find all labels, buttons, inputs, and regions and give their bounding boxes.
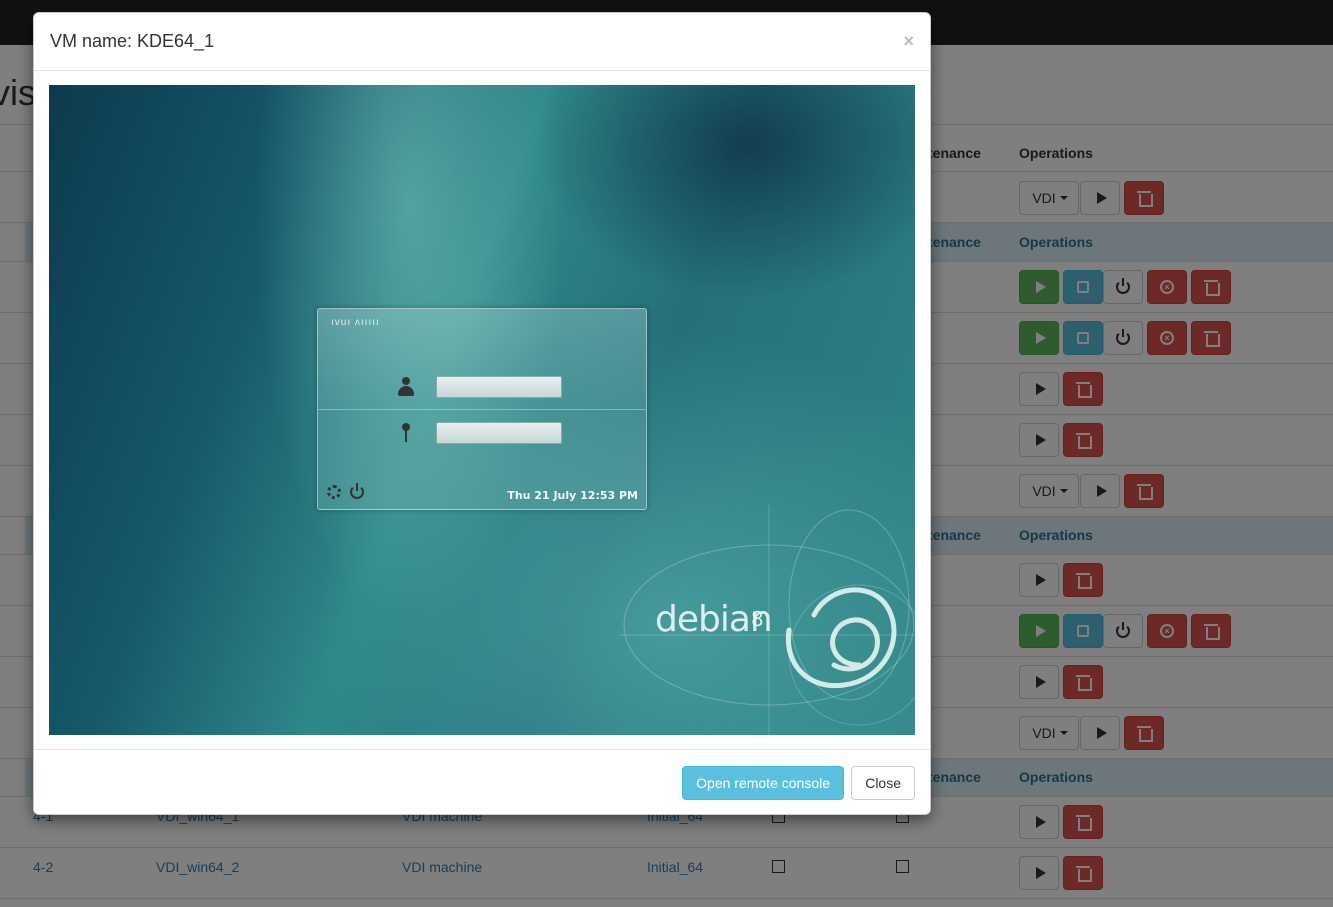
login-header-text: ıvuı ʌııııı — [331, 317, 380, 328]
close-button[interactable]: Close — [851, 766, 915, 800]
debian-version-text: 8 — [751, 607, 764, 631]
vm-console-screen[interactable]: debian 8 ıvuı ʌııııı Thu 21 July 12:53 P… — [49, 85, 915, 735]
open-remote-console-button[interactable]: Open remote console — [682, 766, 844, 800]
username-input[interactable] — [436, 376, 562, 398]
power-icon[interactable] — [350, 483, 364, 499]
modal-body: debian 8 ıvuı ʌııııı Thu 21 July 12:53 P… — [49, 85, 915, 735]
modal-footer: Open remote console Close — [34, 749, 930, 815]
divider — [318, 409, 646, 410]
modal-header: VM name: KDE64_1 × — [34, 13, 930, 71]
gear-icon[interactable] — [327, 485, 341, 499]
login-dialog: ıvuı ʌııııı Thu 21 July 12:53 PM — [317, 308, 647, 510]
password-input[interactable] — [436, 422, 562, 444]
login-clock: Thu 21 July 12:53 PM — [507, 489, 638, 502]
modal-title: VM name: KDE64_1 — [50, 31, 215, 51]
vm-console-modal: VM name: KDE64_1 × debian 8 ıvuı ʌııııı — [33, 12, 931, 815]
close-icon[interactable]: × — [903, 31, 914, 52]
key-icon — [402, 423, 410, 443]
user-icon — [398, 377, 414, 397]
